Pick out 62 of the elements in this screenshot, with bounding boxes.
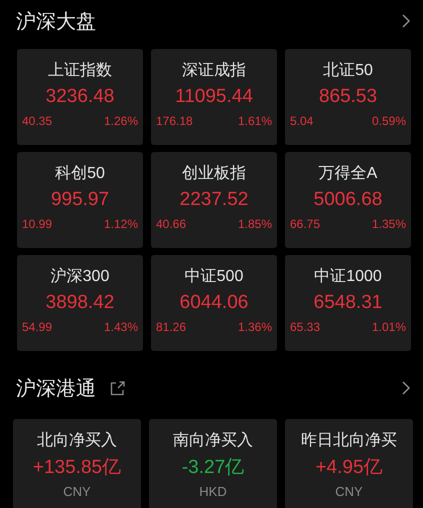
index-value: 3236.48 (46, 85, 114, 109)
index-name: 中证500 (184, 267, 244, 287)
chevron-right-icon[interactable] (402, 14, 411, 28)
index-value: 5006.68 (314, 188, 382, 212)
index-value: 11095.44 (175, 85, 253, 109)
index-name: 科创50 (55, 164, 105, 184)
change-value: 176.18 (156, 114, 193, 128)
index-name: 创业板指 (182, 164, 246, 184)
section-title: 沪深大盘 (16, 10, 96, 34)
index-name: 深证成指 (182, 61, 246, 81)
change-percent: 1.01% (372, 320, 406, 334)
index-value: 995.97 (50, 188, 110, 212)
flow-name: 北向净买入 (37, 431, 117, 451)
change-percent: 1.26% (104, 114, 138, 128)
flow-value: +4.95亿 (315, 456, 383, 480)
flow-card[interactable]: 昨日北向净买 +4.95亿 CNY (285, 419, 413, 508)
change-percent: 1.85% (238, 217, 272, 231)
currency-label: CNY (63, 484, 91, 499)
share-icon[interactable] (110, 380, 125, 396)
chevron-right-icon[interactable] (402, 381, 411, 395)
change-percent: 0.59% (372, 114, 406, 128)
index-card[interactable]: 科创50 995.97 10.99 1.12% (17, 152, 143, 248)
index-value: 6044.06 (180, 291, 248, 315)
change-value: 65.33 (290, 320, 320, 334)
index-card[interactable]: 上证指数 3236.48 40.35 1.26% (17, 49, 143, 145)
change-value: 5.04 (290, 114, 314, 128)
index-card[interactable]: 北证50 865.53 5.04 0.59% (285, 49, 411, 145)
change-percent: 1.12% (104, 217, 138, 231)
index-value: 3898.42 (46, 291, 114, 315)
index-card[interactable]: 创业板指 2237.52 40.66 1.85% (151, 152, 277, 248)
flow-value: -3.27亿 (182, 456, 244, 480)
index-value: 6548.31 (314, 291, 382, 315)
index-card[interactable]: 中证500 6044.06 81.26 1.36% (151, 255, 277, 351)
flow-card[interactable]: 北向净买入 +135.85亿 CNY (13, 419, 141, 508)
change-value: 66.75 (290, 217, 320, 231)
index-name: 北证50 (323, 61, 373, 81)
currency-label: CNY (335, 484, 363, 499)
change-percent: 1.61% (238, 114, 272, 128)
index-value: 2237.52 (180, 188, 248, 212)
index-card[interactable]: 深证成指 11095.44 176.18 1.61% (151, 49, 277, 145)
section-title: 沪深港通 (16, 376, 96, 402)
index-card[interactable]: 万得全A 5006.68 66.75 1.35% (285, 152, 411, 248)
change-value: 81.26 (156, 320, 186, 334)
index-name: 万得全A (318, 164, 378, 184)
change-percent: 1.43% (104, 320, 138, 334)
change-percent: 1.35% (372, 217, 406, 231)
flow-name: 昨日北向净买 (301, 431, 397, 451)
index-name: 中证1000 (314, 267, 382, 287)
flow-card[interactable]: 南向净买入 -3.27亿 HKD (149, 419, 277, 508)
index-value: 865.53 (318, 85, 378, 109)
index-card[interactable]: 中证1000 6548.31 65.33 1.01% (285, 255, 411, 351)
change-value: 40.66 (156, 217, 186, 231)
currency-label: HKD (199, 484, 227, 499)
change-value: 40.35 (22, 114, 52, 128)
change-value: 54.99 (22, 320, 52, 334)
index-name: 上证指数 (48, 61, 112, 81)
change-value: 10.99 (22, 217, 52, 231)
change-percent: 1.36% (238, 320, 272, 334)
flow-value: +135.85亿 (32, 456, 122, 480)
index-name: 沪深300 (50, 267, 110, 287)
index-card[interactable]: 沪深300 3898.42 54.99 1.43% (17, 255, 143, 351)
flow-name: 南向净买入 (173, 431, 253, 451)
